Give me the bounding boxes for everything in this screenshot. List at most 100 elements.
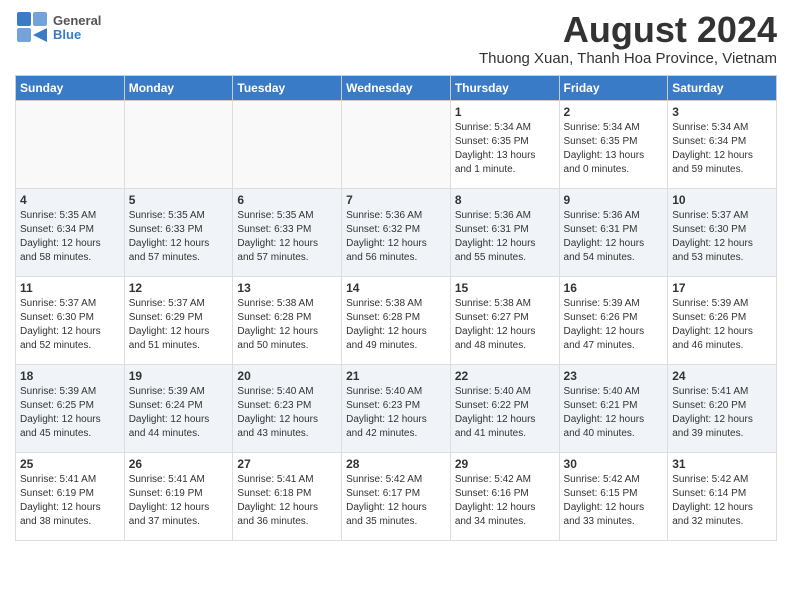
- day-number: 12: [129, 281, 229, 295]
- day-number: 27: [237, 457, 337, 471]
- day-number: 15: [455, 281, 555, 295]
- day-info: Sunrise: 5:41 AM Sunset: 6:19 PM Dayligh…: [20, 473, 120, 529]
- day-info: Sunrise: 5:39 AM Sunset: 6:24 PM Dayligh…: [129, 385, 229, 441]
- calendar-cell: 3Sunrise: 5:34 AM Sunset: 6:34 PM Daylig…: [668, 100, 777, 188]
- day-info: Sunrise: 5:40 AM Sunset: 6:23 PM Dayligh…: [346, 385, 446, 441]
- day-info: Sunrise: 5:42 AM Sunset: 6:15 PM Dayligh…: [564, 473, 664, 529]
- weekday-header-row: SundayMondayTuesdayWednesdayThursdayFrid…: [16, 75, 777, 100]
- day-info: Sunrise: 5:37 AM Sunset: 6:30 PM Dayligh…: [672, 209, 772, 265]
- day-info: Sunrise: 5:41 AM Sunset: 6:20 PM Dayligh…: [672, 385, 772, 441]
- day-info: Sunrise: 5:40 AM Sunset: 6:22 PM Dayligh…: [455, 385, 555, 441]
- calendar-cell: 30 Sunrise: 5:42 AM Sunset: 6:15 PM Dayli…: [559, 452, 668, 540]
- day-number: 13: [237, 281, 337, 295]
- day-info: Sunrise: 5:40 AM Sunset: 6:21 PM Dayligh…: [564, 385, 664, 441]
- calendar-cell: 14 Sunrise: 5:38 AM Sunset: 6:28 PM Dayli…: [342, 276, 451, 364]
- day-number: 10: [672, 193, 772, 207]
- calendar-cell: 27 Sunrise: 5:41 AM Sunset: 6:18 PM Dayli…: [233, 452, 342, 540]
- calendar-cell: 15 Sunrise: 5:38 AM Sunset: 6:27 PM Dayli…: [450, 276, 559, 364]
- week-row-3: 11Sunrise: 5:37 AM Sunset: 6:30 PM Dayli…: [16, 276, 777, 364]
- day-info: Sunrise: 5:40 AM Sunset: 6:23 PM Dayligh…: [237, 385, 337, 441]
- day-info: Sunrise: 5:34 AM Sunset: 6:35 PM Dayligh…: [455, 121, 555, 177]
- day-info: Sunrise: 5:42 AM Sunset: 6:14 PM Dayligh…: [672, 473, 772, 529]
- day-number: 31: [672, 457, 772, 471]
- day-number: 14: [346, 281, 446, 295]
- logo: General Blue: [15, 10, 101, 46]
- day-number: 21: [346, 369, 446, 383]
- day-info: Sunrise: 5:37 AM Sunset: 6:29 PM Dayligh…: [129, 297, 229, 353]
- weekday-header-friday: Friday: [559, 75, 668, 100]
- day-info: Sunrise: 5:42 AM Sunset: 6:17 PM Dayligh…: [346, 473, 446, 529]
- calendar-cell: 1Sunrise: 5:34 AM Sunset: 6:35 PM Daylig…: [450, 100, 559, 188]
- calendar-cell: 12 Sunrise: 5:37 AM Sunset: 6:29 PM Dayli…: [124, 276, 233, 364]
- day-number: 5: [129, 193, 229, 207]
- day-info: Sunrise: 5:38 AM Sunset: 6:28 PM Dayligh…: [346, 297, 446, 353]
- day-number: 4: [20, 193, 120, 207]
- day-number: 19: [129, 369, 229, 383]
- calendar-cell: 23 Sunrise: 5:40 AM Sunset: 6:21 PM Dayli…: [559, 364, 668, 452]
- weekday-header-saturday: Saturday: [668, 75, 777, 100]
- logo-icon: [15, 10, 51, 46]
- calendar-cell: 19 Sunrise: 5:39 AM Sunset: 6:24 PM Dayli…: [124, 364, 233, 452]
- day-info: Sunrise: 5:35 AM Sunset: 6:33 PM Dayligh…: [237, 209, 337, 265]
- week-row-5: 25 Sunrise: 5:41 AM Sunset: 6:19 PM Dayli…: [16, 452, 777, 540]
- calendar-cell: 25 Sunrise: 5:41 AM Sunset: 6:19 PM Dayli…: [16, 452, 125, 540]
- day-info: Sunrise: 5:36 AM Sunset: 6:32 PM Dayligh…: [346, 209, 446, 265]
- day-info: Sunrise: 5:38 AM Sunset: 6:28 PM Dayligh…: [237, 297, 337, 353]
- header: General Blue August 2024 Thuong Xuan, Th…: [15, 10, 777, 67]
- day-info: Sunrise: 5:38 AM Sunset: 6:27 PM Dayligh…: [455, 297, 555, 353]
- day-number: 22: [455, 369, 555, 383]
- day-info: Sunrise: 5:41 AM Sunset: 6:18 PM Dayligh…: [237, 473, 337, 529]
- calendar-cell: 7 Sunrise: 5:36 AM Sunset: 6:32 PM Daylig…: [342, 188, 451, 276]
- day-info: Sunrise: 5:35 AM Sunset: 6:34 PM Dayligh…: [20, 209, 120, 265]
- calendar-cell: 16Sunrise: 5:39 AM Sunset: 6:26 PM Dayli…: [559, 276, 668, 364]
- calendar-cell: 18 Sunrise: 5:39 AM Sunset: 6:25 PM Dayli…: [16, 364, 125, 452]
- title-block: August 2024 Thuong Xuan, Thanh Hoa Provi…: [479, 10, 777, 67]
- calendar-cell: [342, 100, 451, 188]
- day-info: Sunrise: 5:36 AM Sunset: 6:31 PM Dayligh…: [564, 209, 664, 265]
- day-number: 18: [20, 369, 120, 383]
- calendar-cell: 31 Sunrise: 5:42 AM Sunset: 6:14 PM Dayli…: [668, 452, 777, 540]
- calendar-cell: 22 Sunrise: 5:40 AM Sunset: 6:22 PM Dayli…: [450, 364, 559, 452]
- calendar-cell: 9 Sunrise: 5:36 AM Sunset: 6:31 PM Daylig…: [559, 188, 668, 276]
- calendar-cell: 6Sunrise: 5:35 AM Sunset: 6:33 PM Daylig…: [233, 188, 342, 276]
- day-number: 24: [672, 369, 772, 383]
- day-number: 9: [564, 193, 664, 207]
- calendar-cell: 29 Sunrise: 5:42 AM Sunset: 6:16 PM Dayli…: [450, 452, 559, 540]
- day-number: 29: [455, 457, 555, 471]
- calendar-table: SundayMondayTuesdayWednesdayThursdayFrid…: [15, 75, 777, 541]
- calendar-cell: 4 Sunrise: 5:35 AM Sunset: 6:34 PM Daylig…: [16, 188, 125, 276]
- day-info: Sunrise: 5:42 AM Sunset: 6:16 PM Dayligh…: [455, 473, 555, 529]
- week-row-1: 1Sunrise: 5:34 AM Sunset: 6:35 PM Daylig…: [16, 100, 777, 188]
- day-info: Sunrise: 5:41 AM Sunset: 6:19 PM Dayligh…: [129, 473, 229, 529]
- day-number: 7: [346, 193, 446, 207]
- weekday-header-wednesday: Wednesday: [342, 75, 451, 100]
- calendar-subtitle: Thuong Xuan, Thanh Hoa Province, Vietnam: [479, 50, 777, 67]
- calendar-cell: 26Sunrise: 5:41 AM Sunset: 6:19 PM Dayli…: [124, 452, 233, 540]
- calendar-cell: [124, 100, 233, 188]
- day-info: Sunrise: 5:39 AM Sunset: 6:25 PM Dayligh…: [20, 385, 120, 441]
- calendar-cell: 28 Sunrise: 5:42 AM Sunset: 6:17 PM Dayli…: [342, 452, 451, 540]
- day-number: 8: [455, 193, 555, 207]
- calendar-cell: 21 Sunrise: 5:40 AM Sunset: 6:23 PM Dayli…: [342, 364, 451, 452]
- day-info: Sunrise: 5:39 AM Sunset: 6:26 PM Dayligh…: [672, 297, 772, 353]
- day-number: 17: [672, 281, 772, 295]
- day-info: Sunrise: 5:36 AM Sunset: 6:31 PM Dayligh…: [455, 209, 555, 265]
- day-number: 20: [237, 369, 337, 383]
- calendar-cell: [16, 100, 125, 188]
- week-row-4: 18 Sunrise: 5:39 AM Sunset: 6:25 PM Dayli…: [16, 364, 777, 452]
- calendar-cell: [233, 100, 342, 188]
- day-number: 28: [346, 457, 446, 471]
- day-number: 23: [564, 369, 664, 383]
- calendar-cell: 17 Sunrise: 5:39 AM Sunset: 6:26 PM Dayli…: [668, 276, 777, 364]
- calendar-cell: 2Sunrise: 5:34 AM Sunset: 6:35 PM Daylig…: [559, 100, 668, 188]
- day-info: Sunrise: 5:39 AM Sunset: 6:26 PM Dayligh…: [564, 297, 664, 353]
- day-number: 3: [672, 105, 772, 119]
- day-number: 30: [564, 457, 664, 471]
- calendar-cell: 10 Sunrise: 5:37 AM Sunset: 6:30 PM Dayli…: [668, 188, 777, 276]
- weekday-header-monday: Monday: [124, 75, 233, 100]
- day-number: 2: [564, 105, 664, 119]
- week-row-2: 4 Sunrise: 5:35 AM Sunset: 6:34 PM Daylig…: [16, 188, 777, 276]
- day-number: 25: [20, 457, 120, 471]
- calendar-title: August 2024: [479, 10, 777, 50]
- calendar-cell: 8 Sunrise: 5:36 AM Sunset: 6:31 PM Daylig…: [450, 188, 559, 276]
